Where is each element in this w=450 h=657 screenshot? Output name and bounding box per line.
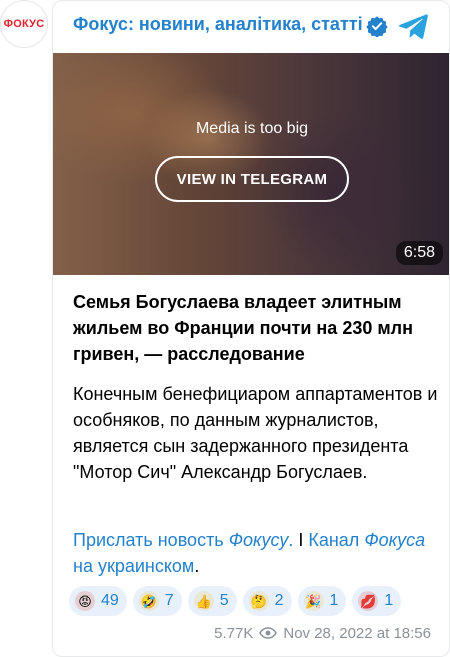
thumbs-up-icon: 👍 [193,591,214,611]
channel-link-suffix: на украинском [73,556,195,576]
rofl-face-icon: 🤣 [138,591,159,611]
send-news-link[interactable]: Прислать новость Фокусу. [73,530,293,550]
telegram-plane-icon[interactable] [397,11,429,41]
post-title: Семья Богуслаева владеет элитным жильем … [73,292,413,364]
reaction-count: 5 [219,592,229,609]
reaction-rofl[interactable]: 🤣 7 [132,586,182,616]
reactions-bar: 😡 49 🤣 7 👍 5 🤔 2 🎉 1 💋 1 [69,586,449,616]
reaction-count: 1 [329,592,339,609]
reaction-thumbs-up[interactable]: 👍 5 [187,586,237,616]
verified-badge-icon [366,16,388,37]
view-in-telegram-button[interactable]: VIEW IN TELEGRAM [155,156,349,202]
thinking-face-icon: 🤔 [248,591,269,611]
reaction-count: 2 [274,592,284,609]
reaction-count: 1 [384,592,394,609]
avatar-logo-text: ФОКУС [3,18,45,30]
reaction-kiss[interactable]: 💋 1 [352,586,402,616]
send-news-link-italic: Фокусу [228,530,289,550]
angry-face-icon: 😡 [75,591,95,611]
send-news-link-text: Прислать новость [73,530,229,550]
video-preview[interactable]: Media is too big VIEW IN TELEGRAM 6:58 [53,53,449,275]
post-links: Прислать новость Фокусу. I Канал Фокуса … [73,527,433,579]
reaction-count: 7 [164,592,174,609]
links-separator: I [293,530,309,550]
reaction-party[interactable]: 🎉 1 [297,586,347,616]
channel-link-text: Канал [308,530,365,550]
reaction-thinking[interactable]: 🤔 2 [242,586,292,616]
post-card: Фокус: новини, аналітика, статті Media i… [52,0,450,657]
video-duration-badge: 6:58 [395,241,443,265]
reaction-count: 49 [101,592,119,609]
post-body: Конечным бенефициаром аппартаментов и ос… [73,384,438,482]
post-meta: 5.77K Nov 28, 2022 at 18:56 [214,623,431,643]
post-header: Фокус: новини, аналітика, статті [53,1,449,53]
channel-title[interactable]: Фокус: новини, аналітика, статті [73,14,363,35]
party-popper-icon: 🎉 [303,591,324,611]
kiss-mark-icon: 💋 [358,591,379,611]
view-count: 5.77K [214,624,254,642]
post-date-link[interactable]: Nov 28, 2022 at 18:56 [283,625,431,642]
eye-icon [259,627,278,639]
channel-avatar[interactable]: ФОКУС [0,0,48,48]
links-end-dot: . [194,556,200,576]
channel-link-italic: Фокуса [364,530,426,550]
media-too-big-notice: Media is too big [195,120,309,137]
reaction-angry[interactable]: 😡 49 [69,586,127,616]
